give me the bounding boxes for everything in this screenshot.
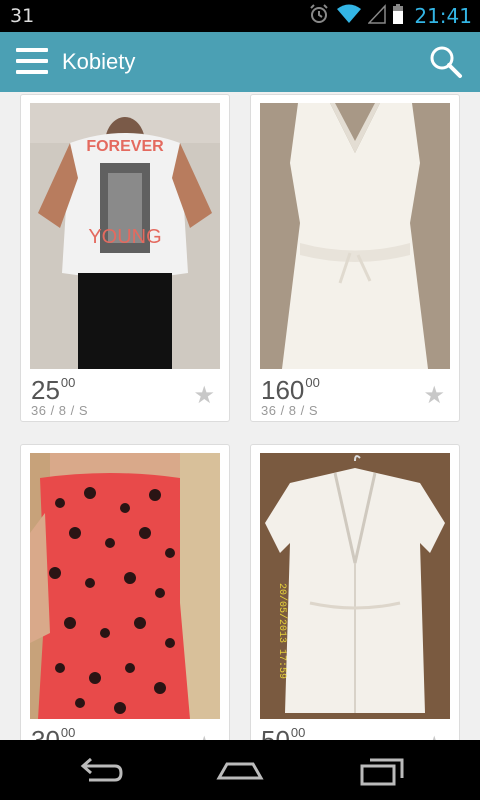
page-title: Kobiety bbox=[62, 49, 136, 74]
price: 3000 bbox=[31, 725, 75, 740]
price: 16000 bbox=[261, 375, 320, 406]
listing-card[interactable]: 16000 36 / 8 / S ★ bbox=[250, 94, 460, 422]
price: 2500 bbox=[31, 375, 75, 406]
listing-card[interactable]: 20/05/2013 17:59 5000 ★ bbox=[250, 444, 460, 740]
photo-date-stamp: 20/05/2013 17:59 bbox=[276, 583, 288, 679]
product-image[interactable]: FOREVER YOUNG bbox=[30, 103, 220, 369]
system-nav-bar bbox=[0, 740, 480, 800]
tshirt-text-top: FOREVER bbox=[86, 138, 164, 155]
recent-apps-icon[interactable] bbox=[358, 754, 408, 786]
wifi-icon bbox=[336, 3, 362, 30]
price-decimal: 00 bbox=[60, 725, 76, 740]
favorite-star-icon[interactable]: ★ bbox=[193, 731, 215, 740]
clock: 21:41 bbox=[414, 4, 472, 28]
price-integer: 30 bbox=[31, 725, 60, 740]
product-image[interactable] bbox=[30, 453, 220, 719]
price-integer: 50 bbox=[261, 725, 290, 740]
battery-icon bbox=[392, 3, 404, 30]
price-integer: 160 bbox=[261, 375, 305, 405]
tshirt-text-bottom: YOUNG bbox=[88, 226, 161, 248]
favorite-star-icon[interactable]: ★ bbox=[423, 381, 445, 410]
price-decimal: 00 bbox=[290, 725, 306, 740]
listing-card[interactable]: FOREVER YOUNG 2500 36 / 8 / S ★ bbox=[20, 94, 230, 422]
back-icon[interactable] bbox=[75, 754, 125, 786]
app-bar: Kobiety bbox=[0, 32, 480, 92]
price-decimal: 00 bbox=[60, 375, 76, 390]
hamburger-menu-icon[interactable] bbox=[16, 48, 48, 76]
favorite-star-icon[interactable]: ★ bbox=[423, 731, 445, 740]
alarm-icon bbox=[308, 3, 330, 30]
price: 5000 bbox=[261, 725, 305, 740]
sizes: 36 / 8 / S bbox=[261, 403, 319, 418]
status-bar: 31 21:41 bbox=[0, 0, 480, 32]
product-image[interactable]: 20/05/2013 17:59 bbox=[260, 453, 450, 719]
price-integer: 25 bbox=[31, 375, 60, 405]
signal-icon bbox=[367, 3, 387, 30]
home-icon[interactable] bbox=[215, 754, 265, 786]
sizes: 36 / 8 / S bbox=[31, 403, 89, 418]
favorite-star-icon[interactable]: ★ bbox=[193, 381, 215, 410]
listing-card[interactable]: 3000 ★ bbox=[20, 444, 230, 740]
notification-count: 31 bbox=[10, 5, 35, 27]
product-image[interactable] bbox=[260, 103, 450, 369]
search-icon[interactable] bbox=[428, 44, 464, 80]
price-decimal: 00 bbox=[305, 375, 320, 390]
listing-grid[interactable]: FOREVER YOUNG 2500 36 / 8 / S ★ 16000 36… bbox=[0, 92, 480, 740]
